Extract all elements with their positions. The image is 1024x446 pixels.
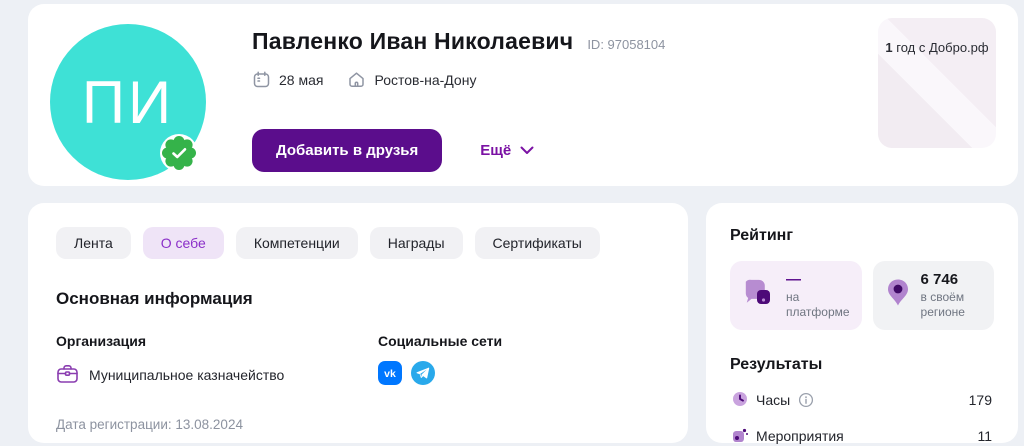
about-card: Лента О себе Компетенции Награды Сертифи…	[28, 203, 688, 443]
region-rating-label: в своём регионе	[921, 290, 982, 320]
hours-label: Часы	[756, 392, 790, 408]
rating-card: Рейтинг — на платформе	[706, 203, 1018, 443]
social-label: Социальные сети	[378, 333, 502, 349]
anniversary-text: год с Добро.рф	[893, 40, 989, 55]
profile-id: ID: 97058104	[587, 37, 665, 52]
platform-rating-card: — на платформе	[730, 261, 862, 330]
section-title: Основная информация	[56, 289, 660, 309]
chevron-down-icon	[520, 142, 534, 159]
organization-label: Организация	[56, 333, 378, 349]
social-column: Социальные сети vk	[378, 333, 502, 387]
results-title: Результаты	[730, 356, 994, 374]
more-menu-button[interactable]: Ещё	[480, 142, 534, 159]
region-rating-card: 6 746 в своём регионе	[873, 261, 994, 330]
tab-certificates[interactable]: Сертификаты	[475, 227, 600, 259]
tab-awards[interactable]: Награды	[370, 227, 463, 259]
info-icon[interactable]	[798, 392, 814, 408]
profile-tabs: Лента О себе Компетенции Награды Сертифи…	[56, 227, 660, 259]
profile-info: Павленко Иван Николаевич ID: 97058104 28…	[252, 24, 878, 166]
platform-rating-label: на платформе	[786, 290, 850, 320]
birthday-item: 28 мая	[252, 70, 323, 89]
events-icon	[732, 427, 748, 446]
platform-rating-value: —	[786, 271, 850, 290]
anniversary-years: 1	[885, 40, 892, 55]
region-rating-value: 6 746	[921, 271, 982, 290]
add-friend-button[interactable]: Добавить в друзья	[252, 129, 442, 172]
result-row-hours: Часы 179	[730, 391, 994, 410]
avatar: ПИ	[50, 24, 206, 180]
organization-column: Организация Муниципальное казначейство	[56, 333, 378, 387]
svg-text:vk: vk	[384, 368, 396, 380]
page-title: Павленко Иван Николаевич	[252, 28, 573, 55]
events-value: 11	[977, 428, 992, 444]
profile-header-card: ПИ Павленко Иван Николаевич ID: 97058104	[28, 4, 1018, 186]
registration-date: Дата регистрации: 13.08.2024	[56, 417, 660, 432]
result-row-events: Мероприятия 11	[730, 427, 994, 446]
home-icon	[347, 70, 366, 89]
hours-value: 179	[969, 392, 992, 408]
tab-feed[interactable]: Лента	[56, 227, 131, 259]
rating-title: Рейтинг	[730, 227, 994, 245]
verified-badge-icon	[160, 134, 198, 172]
briefcase-icon	[56, 363, 79, 387]
organization-value-row[interactable]: Муниципальное казначейство	[56, 363, 378, 387]
organization-value: Муниципальное казначейство	[89, 367, 284, 383]
anniversary-badge: 1 год с Добро.рф	[878, 18, 996, 148]
calendar-icon	[252, 70, 271, 89]
more-label: Ещё	[480, 142, 511, 159]
events-label: Мероприятия	[756, 428, 844, 444]
city-item: Ростов-на-Дону	[347, 70, 476, 89]
telegram-icon[interactable]	[411, 361, 435, 385]
birthday-label: 28 мая	[279, 72, 323, 88]
vk-icon[interactable]: vk	[378, 361, 402, 385]
map-pin-icon	[885, 278, 911, 313]
city-label: Ростов-на-Дону	[374, 72, 476, 88]
platform-rank-icon	[742, 277, 776, 314]
tab-competencies[interactable]: Компетенции	[236, 227, 358, 259]
tab-about[interactable]: О себе	[143, 227, 224, 259]
clock-icon	[732, 391, 748, 410]
